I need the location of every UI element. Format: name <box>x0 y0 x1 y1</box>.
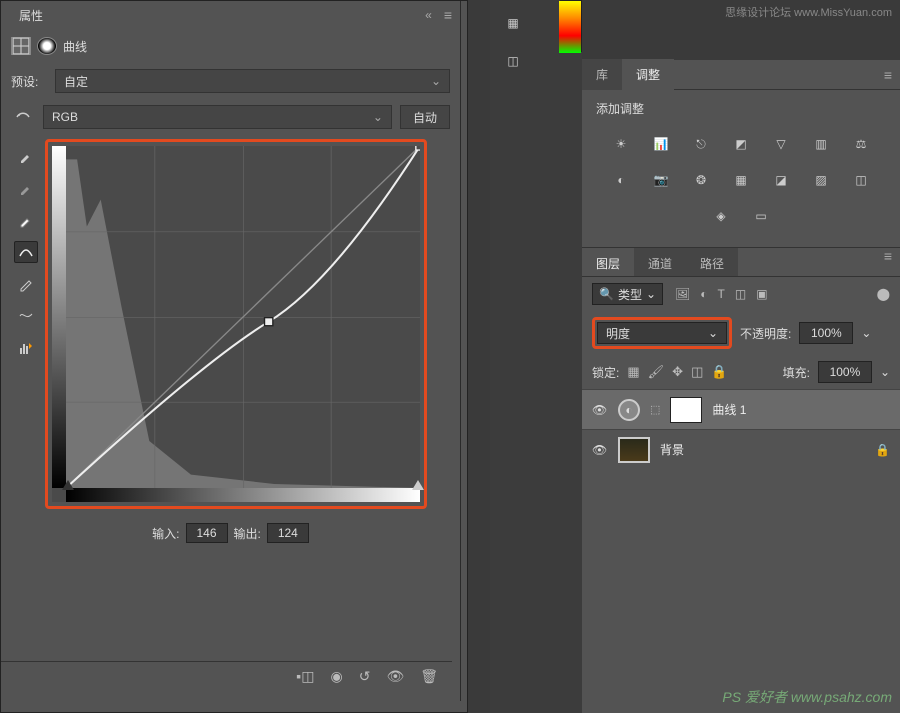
posterize-icon[interactable]: ▨ <box>808 169 834 191</box>
channels-tab[interactable]: 通道 <box>634 248 686 276</box>
layer-name[interactable]: 背景 <box>660 441 684 458</box>
curves-grid-icon <box>11 37 31 55</box>
levels-icon[interactable]: 📊 <box>648 133 674 155</box>
opacity-label: 不透明度: <box>740 325 791 342</box>
lock-position-icon[interactable]: ✥ <box>672 364 683 380</box>
eyedropper-black-icon[interactable] <box>14 145 38 167</box>
filter-adjust-icon[interactable]: ◐ <box>700 287 707 301</box>
curve-point-tool-icon[interactable] <box>14 241 38 263</box>
fill-label: 填充: <box>783 364 810 381</box>
input-label: 输入: <box>152 525 179 542</box>
filter-smart-icon[interactable]: ▣ <box>756 287 767 301</box>
auto-button[interactable]: 自动 <box>400 105 450 129</box>
paths-tab[interactable]: 路径 <box>686 248 738 276</box>
lock-artboard-icon[interactable]: ◫ <box>691 364 703 380</box>
bw-icon[interactable]: ◐ <box>608 169 634 191</box>
panel-menu-icon[interactable]: ≡ <box>884 67 892 83</box>
visibility-toggle-icon[interactable]: 👁 <box>592 403 608 417</box>
chevron-down-icon[interactable]: ⌄ <box>880 365 890 379</box>
output-label: 输出: <box>234 525 261 542</box>
gradient-map-icon[interactable]: ▭ <box>748 205 774 227</box>
selective-color-icon[interactable]: ◈ <box>708 205 734 227</box>
panel-menu-icon[interactable]: ≡ <box>444 7 452 23</box>
invert-icon[interactable]: ◪ <box>768 169 794 191</box>
adjustment-type: 曲线 <box>1 29 460 63</box>
chevron-down-icon[interactable]: ⌄ <box>861 326 871 340</box>
color-preview[interactable] <box>560 0 582 52</box>
pencil-tool-icon[interactable] <box>14 273 38 295</box>
brightness-icon[interactable]: ☀ <box>608 133 634 155</box>
adjustments-tab[interactable]: 调整 <box>622 59 674 90</box>
black-point-slider[interactable] <box>62 480 74 490</box>
layer-name[interactable]: 曲线 1 <box>712 401 746 418</box>
link-icon[interactable]: ⬚ <box>650 403 660 416</box>
spectrum-strip[interactable] <box>559 1 581 53</box>
filter-type-icon[interactable]: T <box>718 287 725 301</box>
filter-toggle-icon[interactable]: ⬤ <box>877 287 890 301</box>
input-value-field[interactable]: 146 <box>186 523 228 543</box>
filter-shape-icon[interactable]: ◫ <box>735 287 746 301</box>
view-previous-icon[interactable]: ◉ <box>330 668 342 685</box>
trash-icon[interactable]: 🗑 <box>420 668 438 685</box>
blend-mode-select[interactable]: 明度⌄ <box>597 322 727 344</box>
mask-icon <box>37 37 57 55</box>
reset-icon[interactable]: ↺ <box>359 668 371 685</box>
eyedropper-white-icon[interactable] <box>14 209 38 231</box>
library-tab[interactable]: 库 <box>582 59 622 90</box>
fill-field[interactable]: 100% <box>818 361 872 383</box>
properties-tab[interactable]: 属性 <box>9 3 53 28</box>
image-thumb <box>618 437 650 463</box>
chevron-down-icon: ⌄ <box>431 74 441 88</box>
add-adjustment-label: 添加调整 <box>582 90 900 127</box>
collapsed-panel-strip: ▦ ◫ <box>490 0 582 713</box>
white-point-slider[interactable] <box>412 480 424 490</box>
lock-transparency-icon[interactable]: ▦ <box>627 364 639 380</box>
collapse-icon[interactable]: « <box>419 8 438 22</box>
opacity-field[interactable]: 100% <box>799 322 853 344</box>
color-lookup-icon[interactable]: ▦ <box>728 169 754 191</box>
filter-pixel-icon[interactable]: 🖼 <box>675 287 690 301</box>
libraries-icon[interactable]: ◫ <box>498 46 528 76</box>
watermark-bottom: PS 爱好者 www.psahz.com <box>722 687 892 707</box>
hue-sat-icon[interactable]: ▥ <box>808 133 834 155</box>
preset-select[interactable]: 自定⌄ <box>55 69 450 93</box>
vibrance-icon[interactable]: ▽ <box>768 133 794 155</box>
panel-menu-icon[interactable]: ≡ <box>884 248 892 276</box>
chevron-down-icon: ⌄ <box>373 110 383 124</box>
preset-label: 预设: <box>11 73 47 90</box>
curves-graph[interactable] <box>45 139 427 509</box>
lock-indicator-icon: 🔒 <box>875 443 890 457</box>
layers-tab[interactable]: 图层 <box>582 248 634 276</box>
lock-pixels-icon[interactable]: 🖌 <box>648 364 665 380</box>
swatches-icon[interactable]: ▦ <box>498 8 528 38</box>
visibility-toggle-icon[interactable]: 👁 <box>592 443 608 457</box>
curves-label: 曲线 <box>63 38 87 55</box>
curves-adj-icon[interactable]: ⎋ <box>688 133 714 155</box>
histogram-clip-icon[interactable] <box>14 337 38 359</box>
watermark-top: 思缘设计论坛 www.MissYuan.com <box>725 4 892 20</box>
clip-to-layer-icon[interactable]: ▪◫ <box>296 668 314 685</box>
input-gradient <box>66 488 420 502</box>
adjustment-thumb-icon: ◐ <box>618 399 640 421</box>
color-balance-icon[interactable]: ⚖ <box>848 133 874 155</box>
threshold-icon[interactable]: ◫ <box>848 169 874 191</box>
output-value-field[interactable]: 124 <box>267 523 309 543</box>
output-gradient <box>52 146 66 488</box>
channel-mixer-icon[interactable]: ❂ <box>688 169 714 191</box>
layer-curves-1[interactable]: 👁 ◐ ⬚ 曲线 1 <box>582 389 900 429</box>
filter-kind-select[interactable]: 🔍类型⌄ <box>592 283 663 305</box>
eyedropper-gray-icon[interactable] <box>14 177 38 199</box>
lock-all-icon[interactable]: 🔒 <box>711 364 727 380</box>
lock-label: 锁定: <box>592 364 619 381</box>
photo-filter-icon[interactable]: 📷 <box>648 169 674 191</box>
layer-mask-thumb[interactable] <box>670 397 702 423</box>
layer-background[interactable]: 👁 背景 🔒 <box>582 429 900 469</box>
exposure-icon[interactable]: ◩ <box>728 133 754 155</box>
properties-panel-header: 属性 « ≡ <box>1 1 460 29</box>
channel-select[interactable]: RGB⌄ <box>43 105 392 129</box>
target-adjust-icon[interactable] <box>11 106 35 128</box>
smooth-tool-icon[interactable] <box>14 305 38 327</box>
visibility-icon[interactable]: 👁 <box>386 668 404 685</box>
